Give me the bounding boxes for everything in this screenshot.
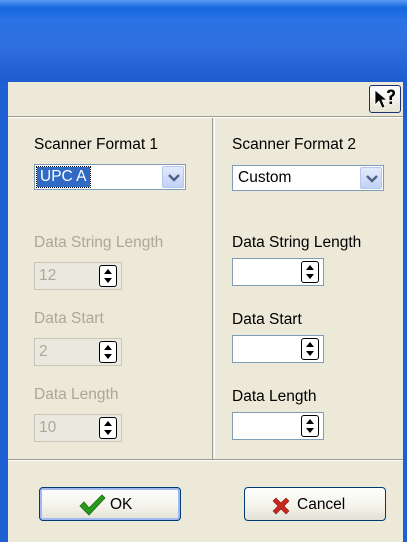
scanner-format-1-title: Scanner Format 1	[34, 136, 159, 153]
scanner-format-2-title: Scanner Format 2	[232, 136, 357, 153]
left-data-start-stepper	[99, 341, 117, 363]
left-data-length-value: 10	[39, 419, 57, 436]
chevron-down-icon	[168, 174, 180, 182]
right-data-start-spinner[interactable]	[232, 335, 324, 363]
right-data-string-length-label: Data String Length	[232, 234, 362, 251]
x-icon	[272, 497, 290, 515]
context-help-icon	[374, 89, 395, 109]
up-down-arrows-icon	[306, 265, 314, 279]
bottom-divider	[8, 459, 403, 461]
cancel-button[interactable]: Cancel	[244, 487, 386, 521]
group-divider	[212, 118, 215, 459]
left-data-string-length-value: 12	[39, 267, 57, 284]
ok-button[interactable]: OK	[39, 487, 181, 521]
checkmark-icon	[79, 494, 106, 516]
window-title-bar[interactable]	[0, 0, 407, 82]
right-data-length-label: Data Length	[232, 388, 317, 405]
up-down-arrows-icon	[306, 419, 314, 433]
left-data-start-value: 2	[39, 343, 48, 360]
left-data-start-spinner: 2	[34, 338, 122, 366]
left-data-string-length-stepper	[99, 265, 117, 287]
right-data-start-label: Data Start	[232, 311, 302, 328]
left-data-string-length-spinner: 12	[34, 262, 122, 290]
scanner-format-1-select[interactable]: UPC A	[34, 164, 186, 190]
up-down-arrows-icon	[306, 342, 314, 356]
right-data-string-length-spinner[interactable]	[232, 258, 324, 286]
ok-label: OK	[110, 496, 133, 513]
left-data-string-length-label: Data String Length	[34, 234, 164, 251]
left-data-length-spinner: 10	[34, 414, 122, 442]
scanner-format-1-dropdown-button[interactable]	[162, 166, 184, 188]
scanner-format-2-select[interactable]: Custom	[232, 165, 384, 191]
left-data-length-stepper	[99, 417, 117, 439]
context-help-button[interactable]	[369, 85, 401, 113]
left-data-start-label: Data Start	[34, 310, 104, 327]
window-frame-right	[403, 82, 407, 542]
left-data-length-label: Data Length	[34, 386, 119, 403]
top-divider	[8, 116, 403, 118]
window-frame-left	[0, 82, 8, 542]
up-down-arrows-icon	[104, 421, 112, 435]
right-data-string-length-stepper[interactable]	[301, 261, 319, 283]
scanner-format-2-value: Custom	[238, 169, 292, 186]
up-down-arrows-icon	[104, 345, 112, 359]
scanner-format-2-dropdown-button[interactable]	[360, 167, 382, 189]
chevron-down-icon	[366, 175, 378, 183]
cancel-label: Cancel	[297, 496, 346, 513]
up-down-arrows-icon	[104, 269, 112, 283]
right-data-start-stepper[interactable]	[301, 338, 319, 360]
scanner-format-1-value: UPC A	[36, 166, 91, 188]
right-data-length-spinner[interactable]	[232, 412, 324, 440]
right-data-length-stepper[interactable]	[301, 415, 319, 437]
